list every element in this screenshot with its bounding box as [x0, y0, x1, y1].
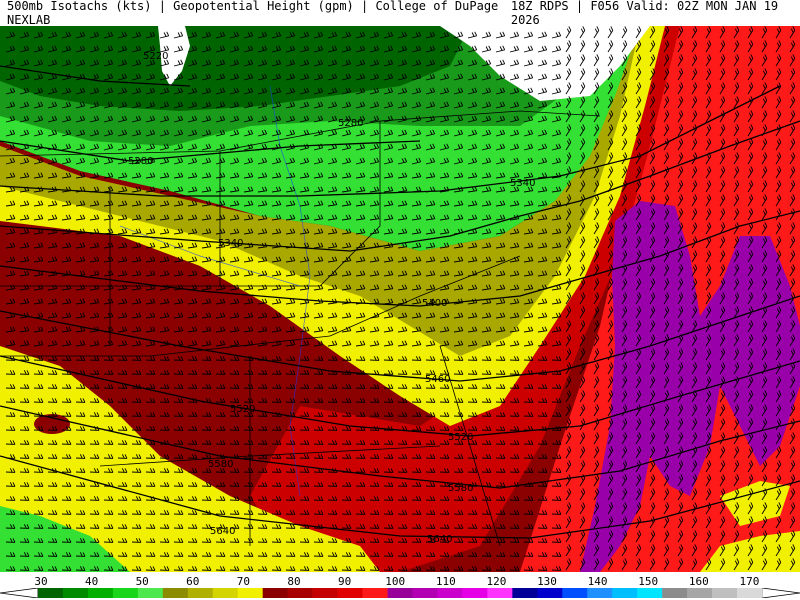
colorbar-tick-label: 80	[287, 575, 301, 588]
colorbar-swatch	[437, 588, 463, 598]
colorbar-swatch	[38, 588, 64, 598]
colorbar-arrow-left	[0, 588, 39, 598]
colorbar-swatch	[362, 588, 388, 598]
colorbar-tick-label: 90	[337, 575, 352, 588]
colorbar-tick-label: 70	[236, 575, 251, 588]
colorbar-tick-label: 140	[587, 575, 608, 588]
colorbar-swatch	[262, 588, 288, 598]
contour-label: 5220	[143, 51, 168, 62]
colorbar-swatch	[112, 588, 139, 598]
colorbar-swatch	[187, 588, 214, 598]
colorbar-tick-label: 110	[435, 575, 456, 588]
colorbar-tick-label: 60	[186, 575, 200, 588]
colorbar-swatches	[0, 588, 800, 598]
colorbar-swatch	[162, 588, 189, 598]
colorbar-swatch	[212, 588, 239, 598]
colorbar-swatch	[662, 588, 688, 598]
contour-label: 5580	[448, 483, 473, 494]
colorbar-swatch	[587, 588, 613, 598]
colorbar-swatch	[62, 588, 89, 598]
colorbar-swatch	[237, 588, 263, 598]
colorbar-swatch	[687, 588, 713, 598]
colorbar-swatch	[487, 588, 513, 598]
contour-label: 5460	[425, 374, 450, 385]
map-header: 500mb Isotachs (kts) | Geopotential Heig…	[0, 0, 800, 27]
colorbar-tick-label: 170	[739, 575, 760, 588]
colorbar-swatch	[512, 588, 538, 598]
isotach-map: 5220 5280 5280 5340 5340 5400 5460 5520 …	[0, 26, 800, 572]
colorbar-swatch	[612, 588, 638, 598]
colorbar-tick-label: 150	[638, 575, 659, 588]
colorbar-tick-label: 130	[537, 575, 557, 588]
colorbar-swatch	[412, 588, 438, 598]
colorbar-arrow-right	[761, 588, 800, 598]
colorbar-tick-label: 160	[688, 575, 709, 588]
colorbar-swatch	[337, 588, 363, 598]
colorbar-swatch	[387, 588, 413, 598]
colorbar-swatch	[287, 588, 313, 598]
colorbar-swatch	[312, 588, 338, 598]
colorbar-swatch	[562, 588, 588, 598]
colorbar-swatch	[712, 588, 738, 598]
colorbar-swatch	[637, 588, 663, 598]
colorbar-swatch	[137, 588, 164, 598]
map-title: 500mb Isotachs (kts) | Geopotential Heig…	[7, 0, 499, 27]
colorbar-tick-label: 50	[135, 575, 149, 588]
isotach-colorbar: 30 40 50 60 70 80 90 100 110 120 130 140 150 160 170	[0, 572, 800, 600]
colorbar-tick-label: 30	[34, 575, 48, 588]
isotach-80-pocket	[34, 414, 70, 434]
colorbar-tick-label: 40	[84, 575, 99, 588]
colorbar-swatch	[87, 588, 114, 598]
contour-label: 5520	[448, 432, 473, 443]
colorbar-swatch	[537, 588, 563, 598]
model-map-viewer: 500mb Isotachs (kts) | Geopotential Heig…	[0, 0, 800, 600]
colorbar-tick-label: 120	[486, 575, 507, 588]
colorbar-swatch	[737, 588, 763, 598]
model-run-valid-time: 18Z RDPS | F056 Valid: 02Z MON JAN 19 20…	[510, 0, 779, 27]
colorbar-swatch	[462, 588, 488, 598]
colorbar-tick-label: 100	[385, 575, 406, 588]
